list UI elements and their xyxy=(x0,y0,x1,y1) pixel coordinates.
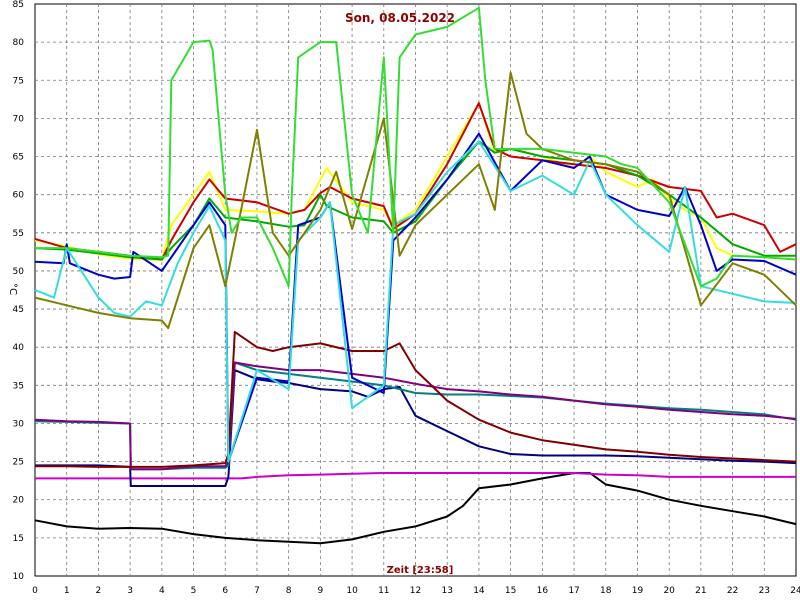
x-tick-label: 7 xyxy=(254,586,260,596)
y-tick-label: 40 xyxy=(13,343,25,353)
x-tick-label: 17 xyxy=(568,586,579,596)
y-tick-label: 35 xyxy=(13,381,24,391)
y-tick-label: 65 xyxy=(13,153,24,163)
y-axis-label: °C xyxy=(7,283,18,295)
y-tick-label: 80 xyxy=(13,38,25,48)
y-tick-label: 85 xyxy=(13,0,24,10)
y-tick-label: 55 xyxy=(13,229,24,239)
y-tick-label: 70 xyxy=(13,114,25,124)
x-tick-label: 3 xyxy=(127,586,133,596)
y-tick-label: 30 xyxy=(13,419,25,429)
x-tick-label: 14 xyxy=(473,586,485,596)
line-chart: 10152025303540455055606570758085 0123456… xyxy=(7,0,800,596)
y-tick-label: 10 xyxy=(13,572,25,582)
y-tick-label: 25 xyxy=(13,458,24,468)
x-tick-label: 6 xyxy=(222,586,228,596)
x-tick-label: 22 xyxy=(727,586,738,596)
y-tick-label: 20 xyxy=(13,496,25,506)
x-axis-ticks: 0 1 2 3 4 5 6 7 8 9 10 11 12 13 14 15 16 17 18 19 20 21 22 23 24 xyxy=(32,586,800,596)
x-tick-label: 0 xyxy=(32,586,38,596)
y-tick-label: 60 xyxy=(13,191,25,201)
x-tick-label: 23 xyxy=(759,586,770,596)
y-tick-label: 15 xyxy=(13,534,24,544)
x-tick-label: 9 xyxy=(318,586,324,596)
x-axis-label: Zeit [23:58] xyxy=(387,565,454,576)
x-tick-label: 16 xyxy=(537,586,549,596)
chart-root: 10 15 20 25 30 35 40 45 50 55 60 65 70 75 80 85 0123456… xyxy=(0,0,800,600)
x-tick-label: 20 xyxy=(663,586,675,596)
x-tick-label: 2 xyxy=(96,586,102,596)
x-tick-label: 19 xyxy=(632,586,644,596)
x-tick-label: 21 xyxy=(695,586,706,596)
chart-title: Son, 08.05.2022 xyxy=(345,11,455,25)
y-tick-label: 50 xyxy=(13,267,25,277)
x-tick-label: 5 xyxy=(191,586,197,596)
x-tick-label: 18 xyxy=(600,586,612,596)
y-tick-label: 75 xyxy=(13,76,24,86)
x-tick-label: 11 xyxy=(378,586,389,596)
x-tick-label: 13 xyxy=(441,586,452,596)
x-tick-label: 1 xyxy=(64,586,70,596)
x-tick-label: 4 xyxy=(159,586,165,596)
x-tick-label: 8 xyxy=(286,586,292,596)
y-tick-label: 45 xyxy=(13,305,24,315)
x-tick-label: 15 xyxy=(505,586,516,596)
x-tick-label: 12 xyxy=(410,586,421,596)
x-tick-label: 10 xyxy=(346,586,358,596)
x-tick-label: 24 xyxy=(790,586,800,596)
